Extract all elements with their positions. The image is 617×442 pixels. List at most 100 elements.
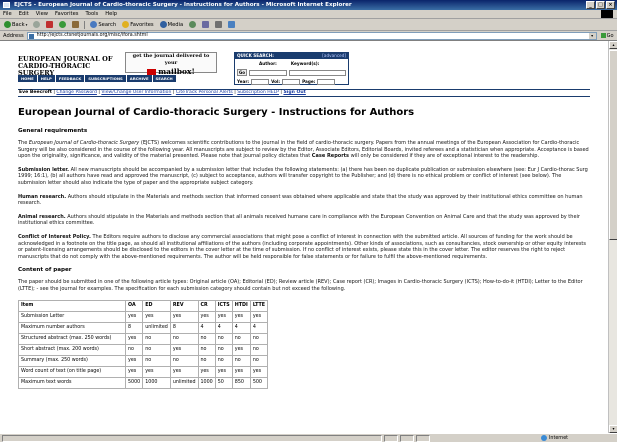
table-header-cell: OA bbox=[124, 299, 144, 312]
security-zone: Internet bbox=[541, 435, 611, 441]
go-button[interactable]: Go bbox=[600, 33, 614, 39]
table-row: Maximum number authors 8 unlimited 8 4 4… bbox=[18, 321, 269, 334]
close-button[interactable]: × bbox=[606, 1, 615, 9]
nav-help[interactable]: HELP bbox=[37, 75, 55, 82]
mailbox-advert[interactable]: get the journal delivered to your mailbo… bbox=[125, 52, 217, 76]
page-viewport[interactable]: EUROPEAN JOURNAL OF CARDIO-THORACIC SURG… bbox=[0, 41, 608, 433]
back-dropdown-icon[interactable]: ▾ bbox=[26, 23, 28, 27]
window-title-bar[interactable]: EJCTS - European Journal of Cardio-thora… bbox=[0, 0, 617, 10]
site-header: EUROPEAN JOURNAL OF CARDIO-THORACIC SURG… bbox=[18, 47, 590, 89]
nav-search[interactable]: SEARCH bbox=[152, 75, 176, 82]
status-pane bbox=[416, 434, 430, 442]
menu-file[interactable]: File bbox=[3, 11, 12, 17]
year-input[interactable] bbox=[251, 78, 270, 85]
menu-view[interactable]: View bbox=[36, 11, 48, 17]
general-requirements-heading: General requirements bbox=[18, 128, 88, 134]
standard-toolbar: Back ▾ Search Favorites Media bbox=[0, 19, 617, 31]
menu-tools[interactable]: Tools bbox=[85, 11, 98, 17]
address-dropdown-icon[interactable]: ▾ bbox=[588, 32, 596, 39]
table-cell: no bbox=[142, 332, 171, 345]
nav-home[interactable]: HOME bbox=[18, 75, 37, 82]
table-cell: no bbox=[169, 332, 199, 345]
table-cell: Submission Letter bbox=[18, 310, 126, 323]
table-cell: unlimited bbox=[142, 321, 171, 334]
internet-globe-icon bbox=[541, 435, 547, 441]
table-cell: Maximum number authors bbox=[18, 321, 126, 334]
address-url: http://ejcts.ctsnetjournals.org/misc/ifo… bbox=[36, 32, 148, 38]
table-cell: 4 bbox=[249, 321, 269, 334]
table-cell: Maximum text words bbox=[18, 376, 126, 389]
page-icon bbox=[28, 33, 34, 39]
nav-feedback[interactable]: FEEDBACK bbox=[55, 75, 85, 82]
site-nav: HOME HELP FEEDBACK SUBSCRIPTIONS ARCHIVE… bbox=[18, 75, 176, 82]
table-cell: yes bbox=[169, 310, 199, 323]
status-bar: Internet bbox=[0, 433, 617, 442]
menu-edit[interactable]: Edit bbox=[19, 11, 29, 17]
history-icon bbox=[189, 21, 197, 28]
media-button[interactable]: Media bbox=[159, 21, 185, 28]
sign-out-link[interactable]: Sign Out bbox=[283, 90, 305, 95]
address-bar: Address http://ejcts.ctsnetjournals.org/… bbox=[0, 31, 617, 41]
user-links-bar: Eve Beecroft | Change Password | View/Ch… bbox=[18, 89, 590, 97]
search-icon bbox=[90, 21, 98, 28]
change-user-info-link[interactable]: View/Change User Information bbox=[101, 90, 171, 95]
table-cell: yes bbox=[249, 365, 269, 378]
address-input[interactable]: http://ejcts.ctsnetjournals.org/misc/ifo… bbox=[26, 31, 597, 40]
table-cell: no bbox=[214, 354, 233, 367]
stop-button[interactable] bbox=[45, 21, 54, 28]
general-requirements-text: The European Journal of Cardio-thoracic … bbox=[18, 140, 589, 160]
advanced-search-link[interactable]: [advanced] bbox=[322, 53, 346, 59]
change-password-link[interactable]: Change Password bbox=[56, 90, 97, 95]
nav-archive[interactable]: ARCHIVE bbox=[126, 75, 152, 82]
table-cell: yes bbox=[231, 365, 251, 378]
table-header-cell: CR bbox=[197, 299, 216, 312]
table-cell: no bbox=[231, 332, 251, 345]
table-cell: yes bbox=[142, 365, 171, 378]
page-input[interactable] bbox=[317, 78, 336, 85]
status-pane bbox=[384, 434, 398, 442]
search-button[interactable]: Search bbox=[89, 21, 117, 28]
favorites-button[interactable]: Favorites bbox=[121, 21, 154, 28]
maximize-button[interactable]: □ bbox=[596, 1, 605, 9]
forward-button[interactable] bbox=[32, 21, 41, 28]
subscription-help-link[interactable]: Subscription HELP bbox=[237, 90, 279, 95]
table-cell: no bbox=[169, 354, 199, 367]
scroll-down-arrow-icon[interactable]: ▾ bbox=[609, 425, 617, 433]
scroll-up-arrow-icon[interactable]: ▴ bbox=[609, 41, 617, 49]
table-cell: yes bbox=[124, 354, 144, 367]
table-row: Summary (max. 250 words) yes no no no no… bbox=[18, 354, 269, 367]
author-input[interactable] bbox=[249, 69, 287, 76]
refresh-button[interactable] bbox=[58, 21, 67, 28]
back-button[interactable]: Back ▾ bbox=[3, 21, 28, 28]
table-cell: yes bbox=[124, 332, 144, 345]
table-cell: no bbox=[124, 343, 144, 356]
table-cell: no bbox=[142, 343, 171, 356]
volume-input[interactable] bbox=[282, 78, 301, 85]
table-row: Short abstract (max. 200 words) no no ye… bbox=[18, 343, 269, 356]
menu-favorites[interactable]: Favorites bbox=[55, 11, 78, 17]
print-button[interactable] bbox=[214, 21, 223, 28]
table-cell: no bbox=[197, 332, 216, 345]
article-specs-table: Item OA ED REV CR ICTS HTDI LTTE Submiss… bbox=[18, 299, 269, 389]
history-button[interactable] bbox=[188, 21, 197, 28]
quick-search-go-button[interactable]: Go bbox=[237, 69, 248, 76]
table-header-cell: REV bbox=[169, 299, 199, 312]
table-cell: 8 bbox=[169, 321, 199, 334]
mail-button[interactable] bbox=[201, 21, 210, 28]
edit-button[interactable] bbox=[227, 21, 236, 28]
home-button[interactable] bbox=[71, 21, 80, 28]
vertical-scrollbar[interactable]: ▴ ▾ bbox=[608, 41, 617, 433]
quick-search-labels: Author: Keyword(s): bbox=[259, 61, 320, 66]
submission-letter-text: Submission letter. All new manuscripts s… bbox=[18, 166, 588, 186]
minimize-button[interactable]: _ bbox=[586, 1, 595, 9]
nav-subscriptions[interactable]: SUBSCRIPTIONS bbox=[85, 75, 126, 82]
scrollbar-thumb[interactable] bbox=[609, 50, 617, 240]
status-text-pane bbox=[2, 434, 382, 442]
citetrack-alerts-link[interactable]: CiteTrack Personal Alerts bbox=[176, 90, 233, 95]
keyword-input[interactable] bbox=[288, 69, 346, 76]
quick-search-row-2: Year: Vol: Page: bbox=[235, 77, 348, 86]
menu-bar: File Edit View Favorites Tools Help bbox=[0, 10, 617, 19]
table-cell: no bbox=[142, 354, 171, 367]
journal-logo[interactable]: EUROPEAN JOURNAL OF CARDIO-THORACIC SURG… bbox=[18, 56, 123, 77]
menu-help[interactable]: Help bbox=[105, 11, 117, 17]
